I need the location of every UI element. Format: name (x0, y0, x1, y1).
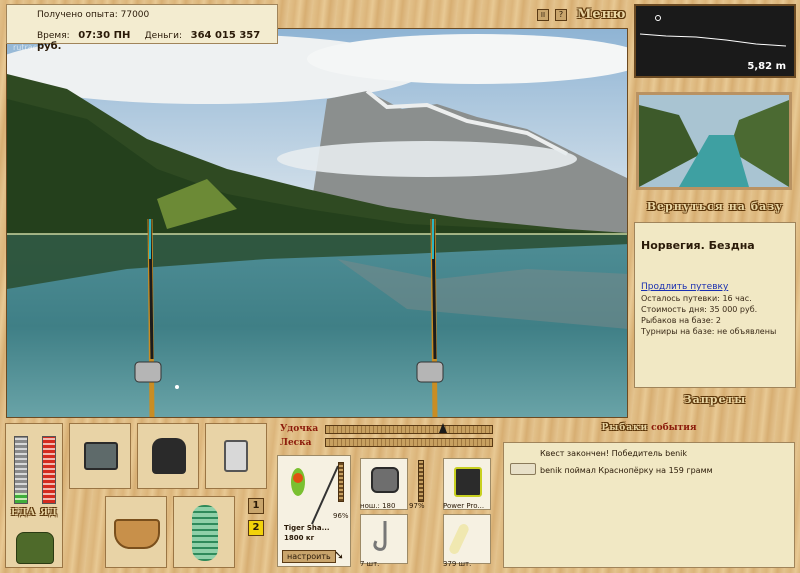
top-bar: Получено опыта: 77000 Время: 07:30 ПН Де… (0, 0, 630, 52)
setup-button[interactable]: настроить (282, 550, 336, 563)
depth-chart: 5,82 m (634, 4, 796, 78)
arrow-icon[interactable]: ➘ (334, 548, 344, 562)
backpack-icon (152, 438, 186, 474)
fishers-count: Рыбаков на базе: 2 (641, 316, 721, 325)
reel-name: нош.: 180 (360, 502, 396, 510)
rod-tension-marker (438, 423, 447, 433)
menu-button[interactable]: Меню (577, 7, 627, 22)
rod-tension-bar (325, 423, 493, 434)
bait-tile[interactable] (443, 514, 491, 564)
reel-wear-bar (418, 460, 424, 502)
tournaments-status: Турниры на базе: не объявлены (641, 327, 777, 336)
rod-label: Удочка (280, 424, 319, 434)
food-level (15, 493, 27, 503)
player-info-panel: Получено опыта: 77000 Время: 07:30 ПН Де… (6, 4, 278, 52)
food-bar (14, 436, 28, 504)
rod-name: Tiger Sha... (284, 524, 330, 532)
sleep-bar (42, 436, 56, 504)
status-slot: ЕДА ЯД (5, 423, 63, 568)
experience-value: 77000 (120, 10, 150, 20)
keepnet-icon (192, 505, 218, 561)
bait-count: 379 шт. (443, 560, 472, 568)
hook-tile[interactable] (360, 514, 408, 564)
backpack-slot[interactable] (137, 423, 199, 489)
fish-icon (510, 463, 536, 475)
page-2-button[interactable]: 2 (248, 520, 264, 536)
page-1-button[interactable]: 1 (248, 498, 264, 514)
bag-icon[interactable] (16, 532, 54, 564)
hook-count: 7 шт. (360, 560, 380, 568)
permit-remaining: Осталось путевки: 16 час. (641, 294, 752, 303)
reel-icon (371, 467, 399, 493)
events-title: Рыбаки события (601, 423, 697, 433)
fishing-scene[interactable]: rutracker.ru (6, 28, 628, 418)
day-cost: Стоимость дня: 35 000 руб. (641, 305, 758, 314)
time-value: 07:30 ПН (78, 30, 131, 41)
return-to-base-button[interactable]: Вернуться на базу (634, 200, 796, 220)
line-name: Power Pro... (443, 502, 485, 510)
help-button[interactable]: ? (555, 9, 567, 21)
experience-row: Получено опыта: 77000 (37, 10, 150, 20)
basket-slot[interactable] (105, 496, 167, 568)
lake-landscape (7, 29, 627, 417)
sleep-label: ЯД (40, 508, 58, 518)
rod-tile[interactable]: 96% Tiger Sha... 1800 кг настроить ➘ (277, 455, 351, 567)
food-label: ЕДА (11, 508, 37, 518)
basket-icon (114, 519, 160, 549)
rod-weight: 1800 кг (284, 534, 315, 542)
bait-icon (447, 522, 471, 556)
extend-permit-link[interactable]: Продлить путевку (641, 282, 789, 292)
line-spool-icon (454, 467, 482, 497)
bans-button[interactable]: Запреты (634, 393, 796, 413)
events-panel: Квест закончен! Победитель benik benik п… (503, 442, 795, 568)
hook-icon (373, 521, 387, 551)
line-tension-bar (325, 438, 493, 447)
right-panel: 5,82 m Вернуться на базу Норвегия. Бездн… (630, 0, 800, 418)
depth-value: 5,82 m (747, 61, 786, 72)
pause-button[interactable]: II (537, 9, 549, 21)
event-quest: Квест закончен! Победитель benik (540, 449, 688, 458)
float-marker (175, 385, 179, 389)
location-name: Норвегия. Бездна (641, 239, 755, 252)
time-money-row: Время: 07:30 ПН Деньги: 364 015 357 руб. (37, 30, 261, 52)
event-catch: benik поймал Краснопёрку на 159 грамм (540, 466, 713, 475)
keepnet-slot[interactable] (173, 496, 235, 568)
line-label: Леска (280, 438, 312, 448)
tackle-box-slot[interactable] (69, 423, 131, 489)
location-thumbnail (636, 92, 792, 190)
rod-wear-bar (338, 462, 344, 502)
tackle-box-icon (84, 442, 118, 470)
reel-pct: 97% (409, 502, 425, 510)
location-info-panel: Норвегия. Бездна Продлить путевку Остало… (634, 222, 796, 388)
phone-slot[interactable] (205, 423, 267, 489)
phone-icon (224, 440, 248, 472)
rod-pct: 96% (333, 512, 349, 520)
